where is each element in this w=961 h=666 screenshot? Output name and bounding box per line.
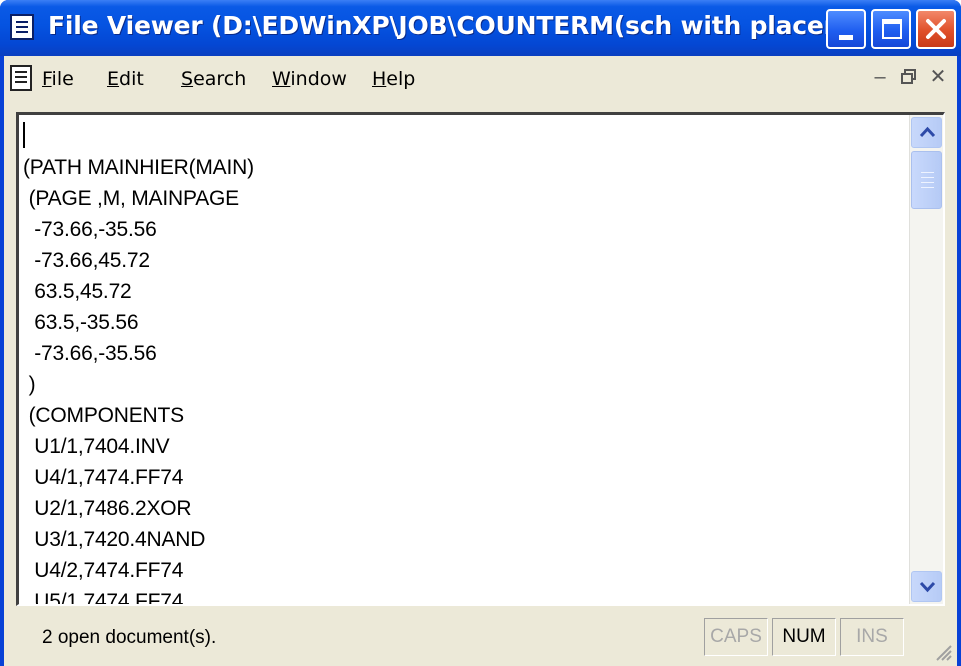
text-line: ) — [23, 373, 36, 396]
client-area: (PATH MAINHIER(MAIN) (PAGE ,M, MAINPAGE … — [4, 100, 957, 606]
status-message: 2 open document(s). — [42, 627, 217, 648]
scroll-thumb[interactable] — [911, 151, 942, 209]
maximize-button[interactable] — [871, 9, 911, 49]
chevron-down-icon — [919, 581, 936, 593]
restore-icon — [901, 69, 916, 84]
close-button[interactable] — [916, 9, 956, 49]
close-icon — [926, 19, 946, 39]
menu-edit-rest: dit — [119, 68, 144, 90]
text-line: U3/1,7420.4NAND — [23, 528, 206, 551]
file-content-editor[interactable]: (PATH MAINHIER(MAIN) (PAGE ,M, MAINPAGE … — [16, 112, 945, 606]
menu-search[interactable]: Search — [181, 68, 246, 90]
num-lock-indicator: NUM — [772, 618, 836, 656]
minimize-icon — [839, 35, 853, 40]
text-caret — [23, 122, 25, 148]
text-line: 63.5,45.72 — [23, 280, 132, 303]
text-line — [23, 121, 911, 152]
close-icon: ✕ — [929, 66, 947, 88]
text-line: U2/1,7486.2XOR — [23, 497, 192, 520]
document-icon[interactable] — [10, 65, 32, 91]
text-line: U5/1,7474.FF74 — [23, 590, 184, 604]
vertical-scrollbar[interactable] — [909, 115, 943, 604]
text-area[interactable]: (PATH MAINHIER(MAIN) (PAGE ,M, MAINPAGE … — [19, 115, 911, 604]
menu-help[interactable]: Help — [372, 68, 415, 90]
insert-mode-indicator: INS — [840, 618, 904, 656]
text-line: (PAGE ,M, MAINPAGE — [23, 187, 240, 210]
menu-edit-mnemonic: E — [107, 68, 120, 90]
menu-help-rest: elp — [386, 68, 416, 90]
resize-grip-icon[interactable] — [933, 642, 953, 662]
text-line: (COMPONENTS — [23, 404, 185, 427]
title-bar[interactable]: File Viewer (D:\EDWinXP\JOB\COUNTERM(sch… — [0, 0, 961, 56]
menu-window-rest: indow — [290, 68, 347, 90]
window-title: File Viewer (D:\EDWinXP\JOB\COUNTERM(sch… — [48, 11, 828, 40]
menu-window[interactable]: Window — [272, 68, 347, 90]
text-line: 63.5,-35.56 — [23, 311, 139, 334]
file-viewer-window: File Viewer (D:\EDWinXP\JOB\COUNTERM(sch… — [0, 0, 961, 666]
menu-search-rest: earch — [193, 68, 247, 90]
menu-file-rest: ile — [51, 68, 74, 90]
menu-help-mnemonic: H — [372, 68, 387, 90]
text-line: -73.66,-35.56 — [23, 342, 157, 365]
status-bar: 2 open document(s). CAPS NUM INS — [4, 606, 957, 666]
mdi-close-button[interactable]: ✕ — [926, 64, 950, 90]
maximize-icon — [882, 19, 902, 39]
menu-window-mnemonic: W — [272, 68, 291, 90]
minimize-icon: – — [874, 66, 886, 88]
text-line: U4/2,7474.FF74 — [23, 559, 184, 582]
scroll-up-button[interactable] — [911, 117, 942, 148]
minimize-button[interactable] — [826, 9, 866, 49]
caps-lock-indicator: CAPS — [704, 618, 768, 656]
menu-edit[interactable]: Edit — [107, 68, 144, 90]
menu-file[interactable]: File — [42, 68, 74, 90]
text-line: -73.66,-35.56 — [23, 218, 157, 241]
text-line: (PATH MAINHIER(MAIN) — [23, 156, 254, 179]
menu-bar: File Edit Search Window Help – ✕ — [4, 56, 957, 100]
mdi-restore-button[interactable] — [897, 64, 921, 90]
chevron-up-icon — [919, 126, 936, 138]
menu-search-mnemonic: S — [181, 68, 194, 90]
scroll-down-button[interactable] — [911, 571, 942, 602]
text-line: U4/1,7474.FF74 — [23, 466, 184, 489]
text-line: U1/1,7404.INV — [23, 435, 170, 458]
menu-file-mnemonic: F — [42, 68, 52, 90]
text-line: -73.66,45.72 — [23, 249, 150, 272]
notepad-icon[interactable] — [10, 14, 34, 40]
mdi-minimize-button[interactable]: – — [868, 64, 892, 90]
